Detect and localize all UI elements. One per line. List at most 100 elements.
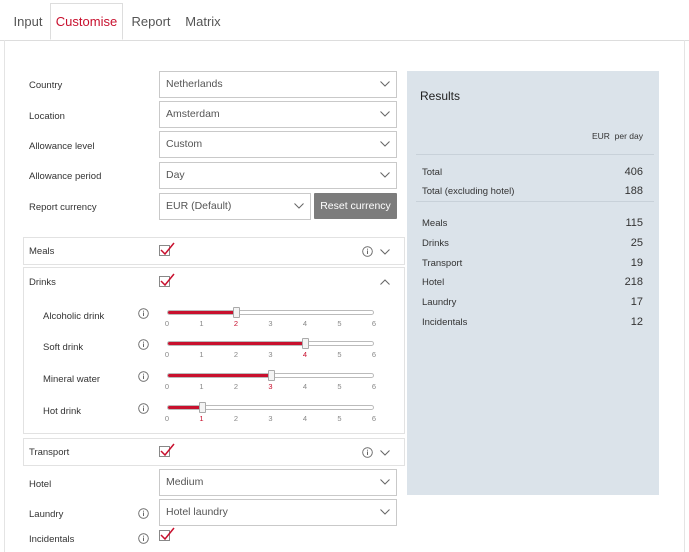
location-select[interactable]: Amsterdam — [159, 101, 397, 128]
drinks-label: Drinks — [29, 277, 56, 288]
report-currency-value: EUR (Default) — [166, 200, 232, 212]
result-label: Hotel — [422, 277, 445, 288]
allowance-level-select[interactable]: Custom — [159, 131, 397, 158]
meals-checkbox[interactable] — [159, 242, 175, 256]
hotel-label: Hotel — [29, 479, 52, 490]
location-value: Amsterdam — [166, 108, 220, 120]
slider-tick-label: 1 — [199, 382, 204, 391]
result-label: Total — [422, 167, 443, 178]
transport-checkbox[interactable] — [159, 443, 175, 457]
meals-section[interactable] — [23, 237, 405, 265]
hotel-select[interactable]: Medium — [159, 469, 397, 496]
slider-fill — [168, 406, 203, 409]
slider-tick-label: 2 — [233, 382, 239, 391]
info-icon[interactable] — [138, 403, 149, 414]
report-currency-label: Report currency — [29, 202, 97, 213]
tab-input[interactable]: Input — [6, 4, 50, 40]
slider-track[interactable] — [167, 341, 374, 346]
location-label: Location — [29, 111, 65, 122]
result-value: 218 — [624, 276, 643, 288]
laundry-label: Laundry — [29, 509, 64, 520]
slider-tick-label: 0 — [164, 350, 170, 359]
incidentals-checkbox[interactable] — [159, 527, 175, 541]
chevron-down-icon — [380, 479, 390, 485]
slider-tick-label: 2 — [233, 319, 239, 328]
result-value: 17 — [630, 296, 643, 308]
slider-tick-label: 2 — [233, 414, 239, 423]
slider-tick-label: 5 — [337, 382, 342, 391]
chevron-down-icon[interactable] — [380, 249, 390, 255]
result-row: Hotel 218 — [422, 276, 643, 288]
slider-handle[interactable] — [233, 307, 240, 318]
tab-matrix[interactable]: Matrix — [179, 4, 227, 40]
slider-label: Hot drink — [43, 406, 82, 417]
result-label: Incidentals — [422, 317, 468, 328]
info-icon[interactable] — [362, 246, 373, 257]
chevron-down-icon — [380, 111, 390, 117]
slider-label: Alcoholic drink — [43, 311, 105, 322]
allowance-level-label: Allowance level — [29, 141, 95, 152]
result-row: Meals 115 — [422, 217, 643, 229]
divider — [416, 201, 654, 202]
slider-track[interactable] — [167, 310, 374, 315]
country-value: Netherlands — [166, 78, 223, 90]
chevron-down-icon — [380, 172, 390, 178]
transport-section[interactable] — [23, 438, 405, 466]
slider-tick-label: 6 — [371, 319, 377, 328]
slider-tick-label: 5 — [337, 414, 342, 423]
result-value: 406 — [624, 166, 643, 178]
allowance-period-select[interactable]: Day — [159, 162, 397, 189]
result-row: Incidentals 12 — [422, 316, 643, 328]
laundry-select[interactable]: Hotel laundry — [159, 499, 397, 526]
slider-tick-label: 4 — [302, 382, 308, 391]
divider — [416, 154, 654, 155]
slider-tick-label: 0 — [164, 414, 170, 423]
chevron-down-icon — [294, 203, 304, 209]
result-value: 25 — [630, 237, 643, 249]
slider-tick-label: 0 — [164, 382, 170, 391]
result-row-total: Total 406 — [422, 166, 643, 178]
slider-handle[interactable] — [198, 402, 206, 413]
slider-tick-label: 6 — [371, 414, 377, 423]
info-icon[interactable] — [138, 533, 149, 544]
tab-report[interactable]: Report — [125, 4, 177, 40]
info-icon[interactable] — [138, 371, 149, 382]
slider-tick-label: 1 — [199, 319, 204, 328]
results-panel: Results EUR per day Total 406 Total (exc… — [407, 71, 659, 495]
slider-fill — [168, 374, 271, 377]
slider-fill — [168, 311, 237, 314]
report-currency-select[interactable]: EUR (Default) — [159, 193, 311, 220]
slider-tick-label: 0 — [164, 319, 170, 328]
info-icon[interactable] — [138, 339, 149, 350]
reset-currency-button[interactable]: Reset currency — [314, 193, 397, 219]
result-label: Drinks — [422, 238, 449, 249]
allowance-period-label: Allowance period — [29, 171, 102, 182]
hotel-value: Medium — [166, 476, 204, 488]
results-currency-header: EUR per day — [591, 131, 643, 141]
slider-tick-label: 3 — [268, 350, 273, 359]
result-row: Drinks 25 — [422, 237, 643, 249]
chevron-up-icon[interactable] — [380, 279, 390, 285]
slider-tick-label: 6 — [371, 382, 377, 391]
result-value: 188 — [624, 185, 643, 197]
info-icon[interactable] — [362, 447, 373, 458]
tab-customise[interactable]: Customise — [50, 3, 123, 40]
slider-handle[interactable] — [302, 338, 309, 349]
laundry-value: Hotel laundry — [166, 506, 228, 518]
info-icon[interactable] — [138, 508, 149, 519]
result-value: 115 — [625, 217, 643, 229]
slider-tick-label: 5 — [337, 350, 342, 359]
results-title: Results — [420, 89, 461, 103]
slider-handle[interactable] — [267, 370, 275, 381]
allowance-period-value: Day — [166, 169, 185, 181]
country-select[interactable]: Netherlands — [159, 71, 397, 98]
allowance-level-value: Custom — [166, 138, 203, 150]
info-icon[interactable] — [138, 308, 149, 319]
drinks-checkbox[interactable] — [159, 273, 175, 287]
chevron-down-icon[interactable] — [380, 450, 390, 456]
slider-tick-label: 4 — [302, 319, 308, 328]
result-label: Total (excluding hotel) — [422, 186, 515, 197]
slider-tick-label: 5 — [337, 319, 342, 328]
slider-label: Soft drink — [43, 342, 84, 353]
chevron-down-icon — [380, 81, 390, 87]
